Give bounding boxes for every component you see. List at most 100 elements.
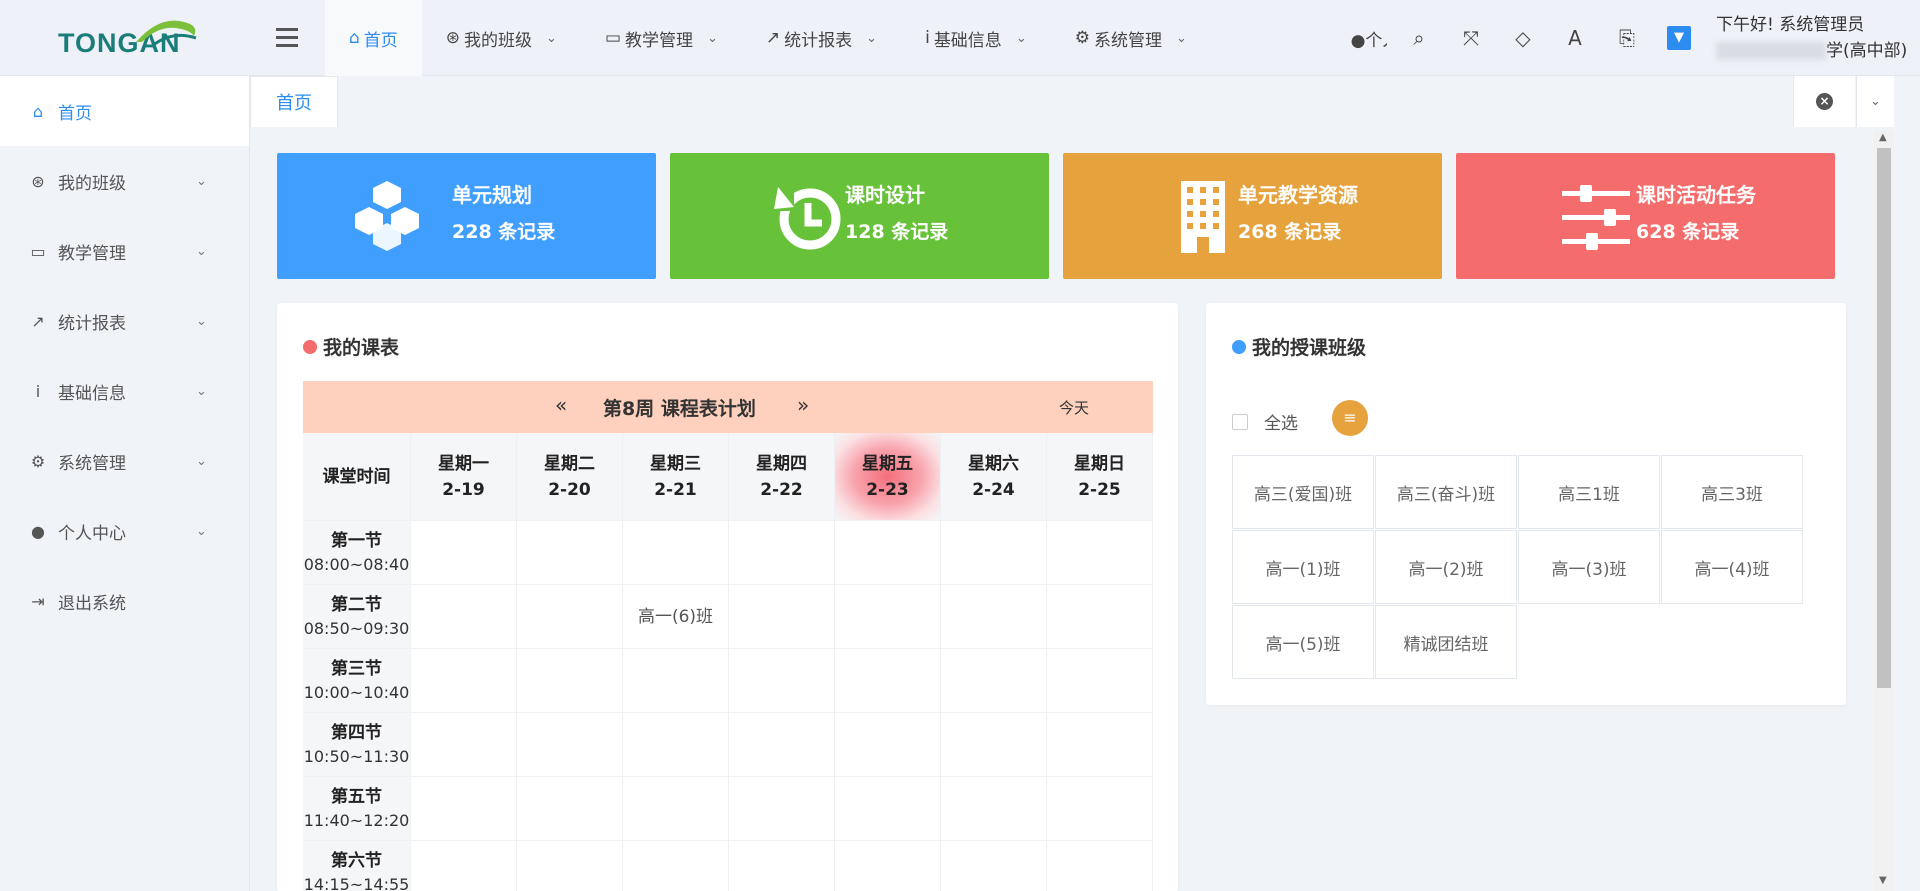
select-all-checkbox[interactable]: 全选 [1232, 409, 1298, 434]
schedule-cell[interactable] [517, 841, 623, 891]
sidebar-item-2[interactable]: ▭ 教学管理 ⌄ [0, 216, 249, 286]
schedule-cell[interactable] [1047, 841, 1153, 891]
stat-card-3[interactable]: 课时活动任务 628 条记录 [1456, 153, 1835, 279]
sidebar-item-4[interactable]: i 基础信息 ⌄ [0, 356, 249, 426]
schedule-cell[interactable] [835, 777, 941, 841]
list-icon[interactable]: ≡ [1332, 400, 1368, 436]
scrollbar[interactable]: ▲ ▼ [1874, 130, 1894, 891]
nav-item-5[interactable]: ⚙ 系统管理 ⌄ [1051, 0, 1211, 76]
sliders-icon [1556, 177, 1636, 257]
class-item[interactable]: 高三(奋斗)班 [1375, 455, 1517, 529]
nav-item-4[interactable]: i 基础信息 ⌄ [901, 0, 1051, 76]
schedule-cell[interactable] [517, 585, 623, 649]
schedule-cell[interactable] [623, 841, 729, 891]
sidebar-item-5[interactable]: ⚙ 系统管理 ⌄ [0, 426, 249, 496]
schedule-cell[interactable] [623, 713, 729, 777]
schedule-cell[interactable] [411, 777, 517, 841]
logo-swoosh-icon [136, 20, 197, 48]
translate-icon[interactable]: ⎘ [1601, 26, 1653, 50]
sidebar-item-6[interactable]: ● 个人中心 ⌄ [0, 496, 249, 566]
next-week-button[interactable]: » [797, 393, 809, 417]
download-box-icon[interactable]: ▼ [1667, 26, 1691, 50]
schedule-cell[interactable] [623, 777, 729, 841]
class-item[interactable]: 精诚团结班 [1375, 605, 1517, 679]
schedule-cell[interactable] [941, 841, 1047, 891]
day-name: 星期六 [968, 453, 1019, 474]
close-tabs-button[interactable]: × [1793, 76, 1855, 127]
nav-item-3[interactable]: ↗ 统计报表 ⌄ [742, 0, 901, 76]
scroll-down-icon[interactable]: ▼ [1879, 875, 1887, 886]
tab-more-button[interactable]: ⌄ [1856, 76, 1894, 127]
schedule-cell[interactable] [835, 841, 941, 891]
today-button[interactable]: 今天 [1059, 397, 1089, 418]
schedule-cell[interactable] [835, 521, 941, 585]
sidebar-item-label: 教学管理 [58, 243, 126, 264]
font-size-icon[interactable]: A [1549, 26, 1601, 50]
schedule-cell[interactable] [729, 777, 835, 841]
schedule-cell[interactable] [623, 521, 729, 585]
schedule-cell[interactable] [411, 521, 517, 585]
sidebar-item-3[interactable]: ↗ 统计报表 ⌄ [0, 286, 249, 356]
schedule-cell[interactable] [941, 713, 1047, 777]
schedule-cell[interactable] [623, 649, 729, 713]
sidebar-item-7[interactable]: ⇥ 退出系统 [0, 566, 249, 636]
schedule-cell[interactable] [517, 649, 623, 713]
stat-card-2[interactable]: 单元教学资源 268 条记录 [1063, 153, 1442, 279]
schedule-cell[interactable] [835, 713, 941, 777]
class-item[interactable]: 高一(2)班 [1375, 530, 1517, 604]
personal-center-button[interactable]: ●个人 [1345, 26, 1393, 51]
schedule-cell[interactable] [1047, 649, 1153, 713]
schedule-cell[interactable] [1047, 777, 1153, 841]
prev-week-button[interactable]: « [555, 393, 567, 417]
nav-item-2[interactable]: ▭ 教学管理 ⌄ [581, 0, 742, 76]
schedule-title-text: 我的课表 [323, 337, 400, 359]
schedule-cell[interactable] [941, 585, 1047, 649]
nav-item-0[interactable]: ⌂ 首页 [325, 0, 422, 76]
schedule-cell[interactable] [517, 777, 623, 841]
schedule-cell[interactable] [941, 521, 1047, 585]
schedule-cell[interactable] [1047, 585, 1153, 649]
class-item[interactable]: 高一(1)班 [1232, 530, 1374, 604]
schedule-cell[interactable] [729, 713, 835, 777]
diamond-theme-icon[interactable]: ◇ [1497, 26, 1549, 50]
schedule-cell[interactable] [729, 521, 835, 585]
schedule-cell[interactable] [411, 713, 517, 777]
search-icon[interactable]: ⌕ [1393, 26, 1445, 50]
nav-item-1[interactable]: ⊛ 我的班级 ⌄ [422, 0, 581, 76]
day-header: 星期四 2-22 [729, 433, 835, 521]
schedule-cell[interactable] [835, 585, 941, 649]
class-item[interactable]: 高三(爱国)班 [1232, 455, 1374, 529]
class-item[interactable]: 高三1班 [1518, 455, 1660, 529]
user-name: 系统管理员 [1779, 15, 1865, 35]
sidebar-item-1[interactable]: ⊛ 我的班级 ⌄ [0, 146, 249, 216]
tab-home[interactable]: 首页 [250, 76, 338, 127]
class-item[interactable]: 高一(3)班 [1518, 530, 1660, 604]
menu-toggle-button[interactable] [276, 28, 298, 48]
schedule-cell[interactable]: 高一(6)班 [623, 585, 729, 649]
class-item[interactable]: 高一(5)班 [1232, 605, 1374, 679]
schedule-cell[interactable] [517, 713, 623, 777]
class-item[interactable]: 高三3班 [1661, 455, 1803, 529]
schedule-cell[interactable] [411, 841, 517, 891]
schedule-cell[interactable] [729, 649, 835, 713]
scroll-up-icon[interactable]: ▲ [1879, 132, 1887, 143]
stat-card-1[interactable]: 课时设计 128 条记录 [670, 153, 1049, 279]
schedule-cell[interactable] [729, 841, 835, 891]
user-greeting[interactable]: 下午好! 系统管理员 学(高中部) [1716, 12, 1907, 64]
schedule-cell[interactable] [835, 649, 941, 713]
schedule-cell[interactable] [729, 585, 835, 649]
scroll-thumb[interactable] [1877, 148, 1891, 688]
schedule-cell[interactable] [517, 521, 623, 585]
sidebar-item-0[interactable]: ⌂ 首页 [0, 76, 249, 146]
stat-title: 课时设计 [845, 183, 925, 207]
class-item[interactable]: 高一(4)班 [1661, 530, 1803, 604]
stat-card-0[interactable]: 单元规划 228 条记录 [277, 153, 656, 279]
schedule-cell[interactable] [1047, 521, 1153, 585]
schedule-cell[interactable] [411, 649, 517, 713]
schedule-cell[interactable] [1047, 713, 1153, 777]
period-cell: 第四节 10:50~11:30 [303, 713, 411, 777]
fullscreen-icon[interactable]: ⤧ [1445, 26, 1497, 50]
schedule-cell[interactable] [941, 777, 1047, 841]
schedule-cell[interactable] [411, 585, 517, 649]
schedule-cell[interactable] [941, 649, 1047, 713]
